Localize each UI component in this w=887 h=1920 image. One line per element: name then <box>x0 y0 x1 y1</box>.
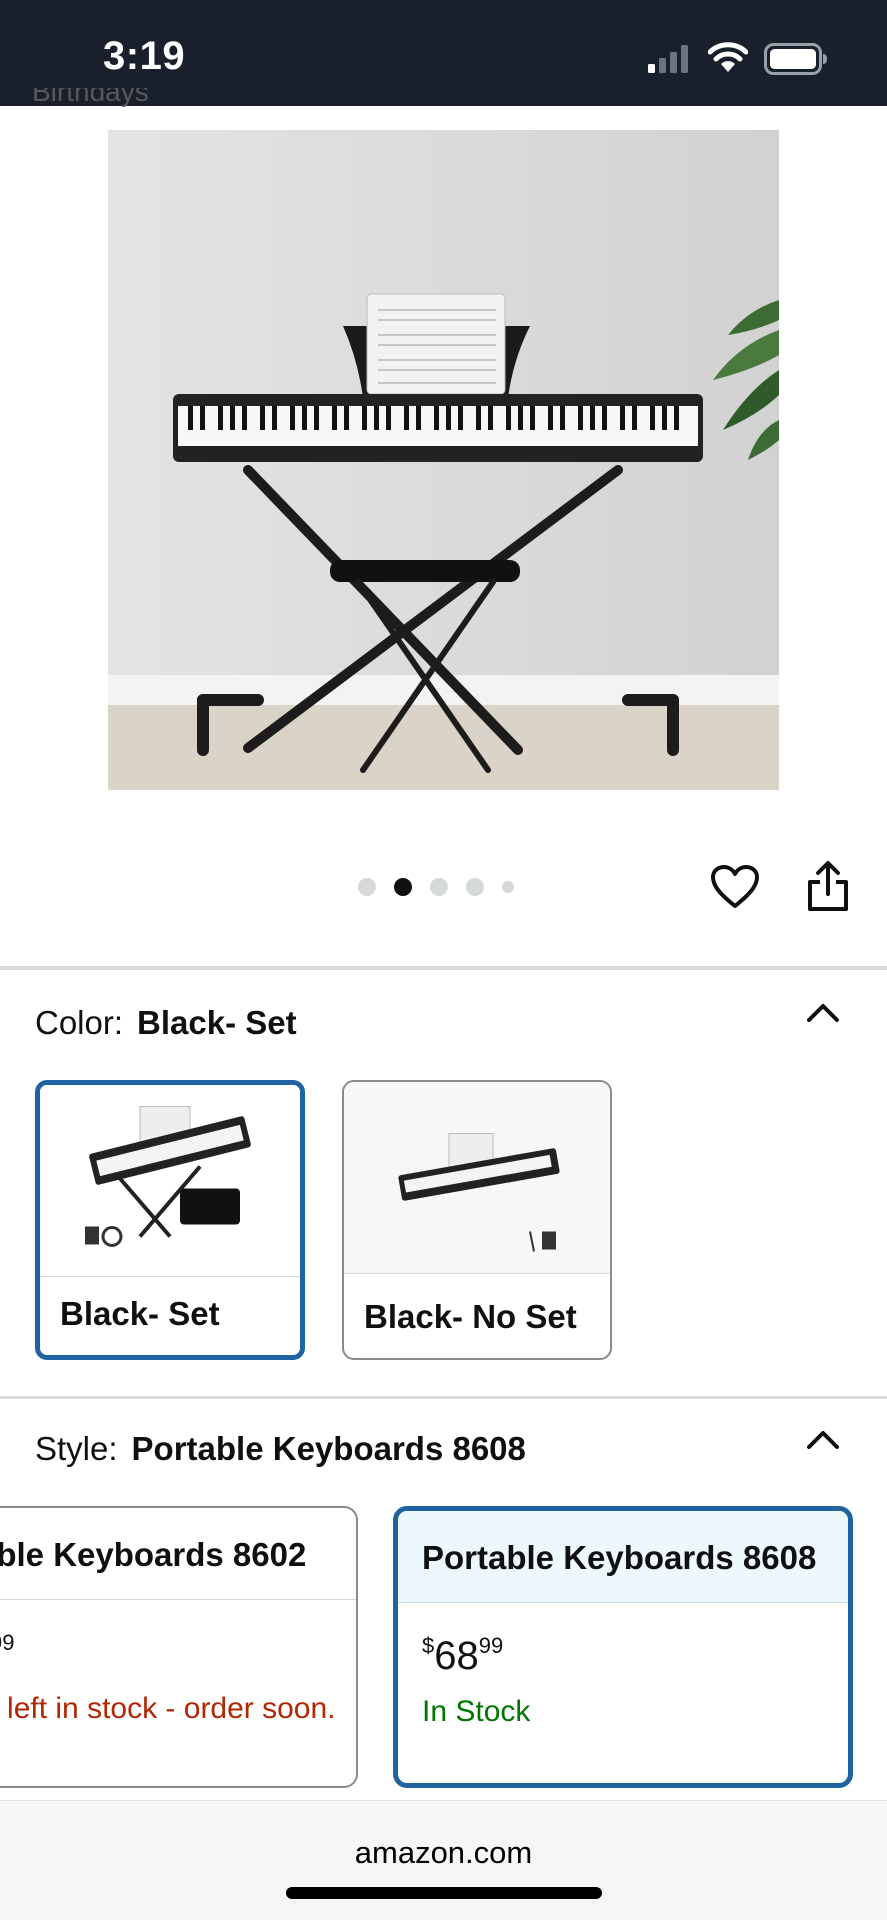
carousel-dot[interactable] <box>502 881 514 893</box>
stock-status: In Stock <box>422 1695 531 1728</box>
style-option-8608[interactable]: Portable Keyboards 8608 $6899 In Stock <box>393 1506 853 1788</box>
section-divider <box>0 966 887 970</box>
home-indicator[interactable] <box>286 1887 602 1899</box>
color-swatch-black-set[interactable]: Black- Set <box>35 1080 305 1360</box>
chevron-up-icon[interactable] <box>806 1001 840 1023</box>
url-text[interactable]: amazon.com <box>0 1835 887 1871</box>
page: 3:19 Birthdays Color: Black- Set Black- … <box>0 0 887 1920</box>
color-selected-value: Black- Set <box>137 1004 297 1041</box>
stock-status: Only 1 left in stock - order soon. <box>0 1692 336 1725</box>
style-option-price: $6899 <box>422 1633 504 1678</box>
style-option-header: Portable Keyboards 8608 <box>398 1511 848 1603</box>
wifi-icon <box>708 42 748 72</box>
image-carousel-dots[interactable] <box>358 877 532 897</box>
color-swatch-black-no-set[interactable]: Black- No Set <box>342 1080 612 1360</box>
browser-url-bar[interactable]: amazon.com <box>0 1800 887 1920</box>
carousel-dot[interactable] <box>430 878 448 896</box>
style-option-name: Portable Keyboards 8608 <box>422 1539 817 1576</box>
carousel-dot[interactable] <box>466 878 484 896</box>
status-time: 3:19 <box>103 34 186 78</box>
style-selected-value: Portable Keyboards 8608 <box>131 1430 526 1467</box>
color-section-title[interactable]: Color: Black- Set <box>35 1004 297 1042</box>
signal-icon <box>648 45 688 73</box>
style-option-name: Portable Keyboards 8602 <box>0 1536 307 1573</box>
keyboard-with-stand-and-bench-photo[interactable] <box>108 130 779 790</box>
style-section-title[interactable]: Style: Portable Keyboards 8608 <box>35 1430 526 1468</box>
breadcrumb[interactable]: Birthdays <box>32 88 149 114</box>
swatch-label: Black- No Set <box>364 1298 577 1335</box>
carousel-dot[interactable] <box>358 878 376 896</box>
heart-icon[interactable] <box>710 864 760 910</box>
chevron-up-icon[interactable] <box>806 1428 840 1450</box>
share-icon[interactable] <box>806 860 850 912</box>
style-option-8602[interactable]: Portable Keyboards 8602 99 Only 1 left i… <box>0 1506 358 1788</box>
style-option-price: 99 <box>0 1630 15 1655</box>
swatch-label: Black- Set <box>60 1295 220 1332</box>
carousel-dot-active[interactable] <box>394 878 412 896</box>
battery-icon <box>764 43 827 75</box>
style-option-header: Portable Keyboards 8602 <box>0 1508 356 1600</box>
black-no-set-thumbnail <box>344 1082 610 1274</box>
black-set-thumbnail <box>40 1085 300 1277</box>
section-divider <box>0 1396 887 1399</box>
